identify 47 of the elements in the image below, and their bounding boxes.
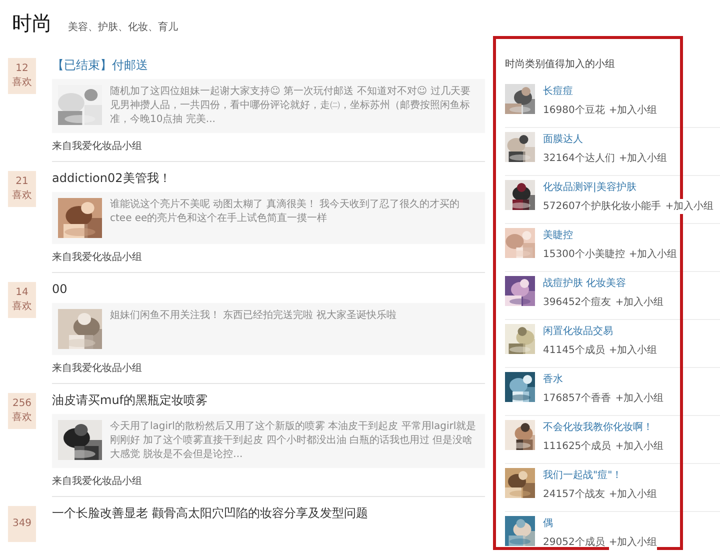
post-title[interactable]: 【已结束】付邮送	[52, 58, 485, 72]
group-source[interactable]: 来自我爱化妆品小组	[52, 476, 485, 488]
post-excerpt: 今天用了lagirl的散粉然后又用了这个新版的喷雾 本油皮干到起皮 平常用lagirl就是刚刚好 加了这个喷雾直接干到起皮 四个小时都没出油 白瓶的话我也用过 但是没啥大感觉 脱妆是不会但是论控...	[110, 420, 478, 462]
group-name[interactable]: 偶	[543, 516, 658, 531]
group-source[interactable]: 来自我爱化妆品小组	[52, 252, 485, 264]
group-source[interactable]: 来自我爱化妆品小组	[52, 141, 485, 153]
group-source[interactable]: 来自我爱化妆品小组	[52, 363, 485, 375]
post-excerpt: 谁能说这个亮片不美呢 动图太糊了 真滴很美！ 我今天收到了忍了很久的才买的ctee ee的亮片色和这个在手上试色简直一摸一样	[110, 198, 461, 226]
member-count: 24157个战友	[543, 488, 605, 502]
group-name[interactable]: 香水	[543, 372, 664, 387]
like-count: 12	[16, 62, 28, 76]
like-count: 21	[16, 175, 28, 189]
member-count: 29052个成员	[543, 536, 605, 550]
group-name[interactable]: 闲置化妆品交易	[543, 324, 658, 339]
page-title: 时尚	[12, 10, 52, 37]
member-count: 32164个达人们	[543, 152, 615, 166]
group-name[interactable]: 化妆品测评|美容护肤	[543, 180, 714, 195]
like-label: 喜欢	[12, 76, 32, 90]
member-count: 176857个香香	[543, 392, 612, 406]
like-label: 喜欢	[12, 411, 32, 425]
post-title[interactable]: addiction02美管我！	[52, 171, 485, 185]
member-count: 396452个痘友	[543, 296, 612, 310]
post-excerpt: 随机加了这四位姐妹一起谢大家支持☺ 第一次玩付邮送 不知道对不对☺ 过几天要见男神攒人品，一共四份，看中哪份评论就好，走㈡，坐标苏州（邮费按照闲鱼标准，今晚10点抽 完美...	[110, 85, 472, 127]
group-name[interactable]: 不会化妆我教你化妆啊！	[543, 420, 664, 435]
group-name[interactable]: 我们一起战"痘"！	[543, 468, 658, 483]
member-count: 41145个成员	[543, 344, 605, 358]
member-count: 111625个成员	[543, 440, 612, 454]
group-name[interactable]: 美睫控	[543, 228, 678, 243]
like-count: 14	[16, 286, 28, 300]
member-count: 16980个豆花	[543, 104, 605, 118]
group-name[interactable]: 面膜达人	[543, 132, 668, 147]
group-name[interactable]: 长痘痘	[543, 84, 658, 99]
join-group-link[interactable]: +加入小组	[608, 535, 658, 550]
category-tags: 美容、护肤、化妆、育儿	[68, 20, 178, 35]
like-label: 喜欢	[12, 300, 32, 314]
join-group-link[interactable]: +加入小组	[665, 199, 714, 214]
sidebar-title: 时尚类别值得加入的小组	[505, 58, 616, 72]
post-title[interactable]: 一个长脸改善显老 颧骨高太阳穴凹陷的妆容分享及发型问题	[52, 506, 485, 520]
like-count: 349	[12, 517, 32, 531]
post-excerpt: 姐妹们闲鱼不用关注我！ 东西已经拍完送完啦 祝大家圣诞快乐啦	[110, 309, 396, 323]
post-title[interactable]: 油皮请买muf的黑瓶定妆喷雾	[52, 393, 485, 407]
group-name[interactable]: 战痘护肤 化妆美容	[543, 276, 664, 291]
like-count: 256	[12, 397, 32, 411]
post-title[interactable]: 00	[52, 282, 485, 296]
like-label: 喜欢	[12, 189, 32, 203]
member-count: 572607个护肤化妆小能手	[543, 200, 662, 214]
member-count: 15300个小美睫控	[543, 248, 625, 262]
